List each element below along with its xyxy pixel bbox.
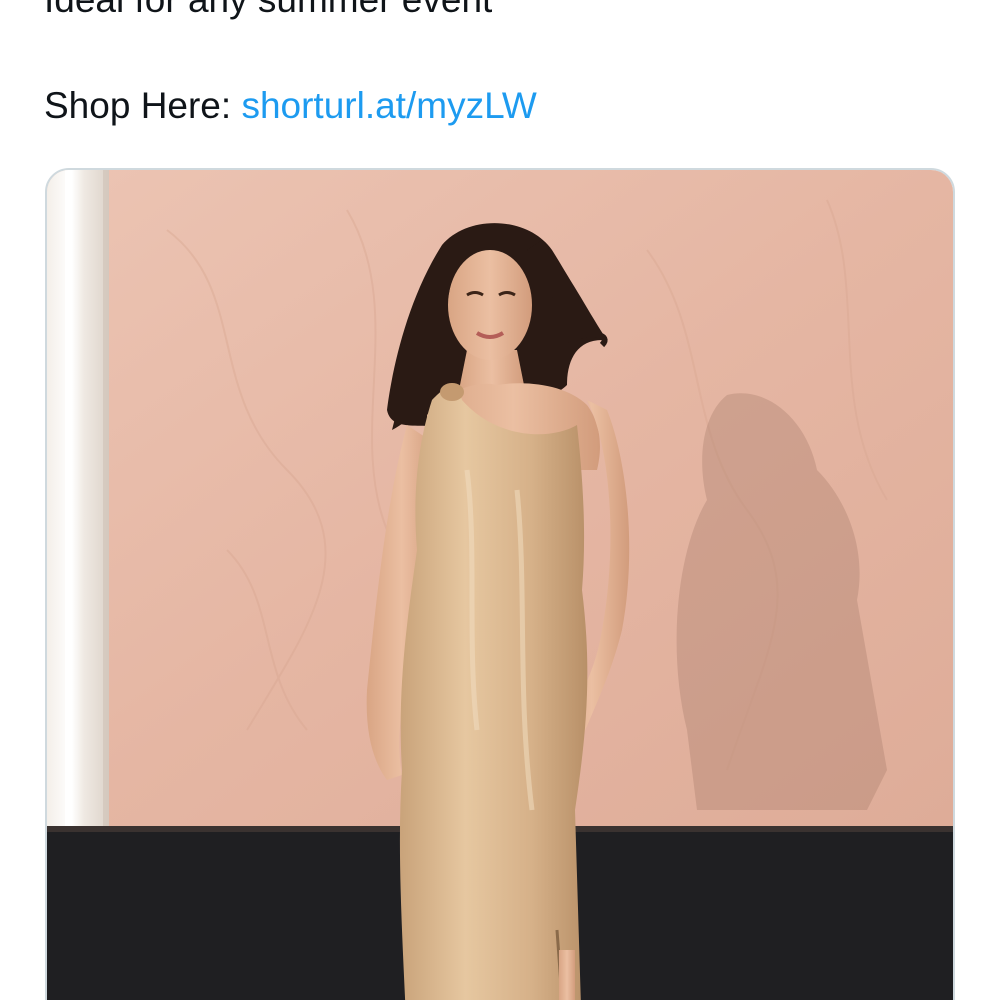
shop-prefix: Shop Here:	[44, 85, 242, 126]
shop-link[interactable]: shorturl.at/myzLW	[241, 85, 536, 126]
dress-photo	[47, 170, 953, 1000]
tweet-media-image[interactable]	[45, 168, 955, 1000]
tweet-text-partial-line: Ideal for any summer event	[44, 0, 492, 22]
tweet-shop-line: Shop Here: shorturl.at/myzLW	[44, 84, 537, 128]
